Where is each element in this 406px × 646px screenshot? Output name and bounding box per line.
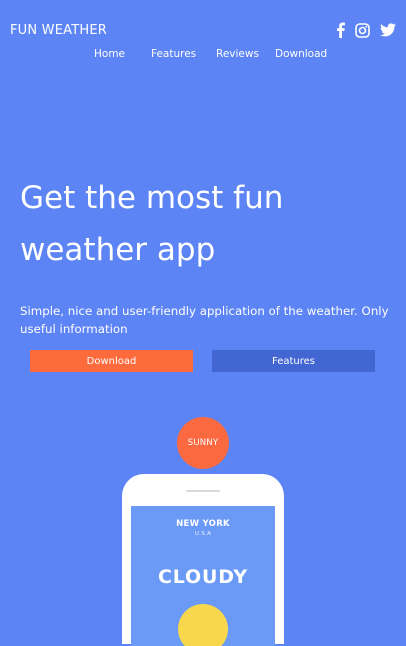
- weather-condition: CLOUDY: [158, 566, 248, 588]
- facebook-icon: [337, 22, 345, 38]
- twitter-icon: [380, 23, 396, 37]
- sun-icon: [178, 604, 228, 646]
- download-button[interactable]: Download: [30, 350, 193, 372]
- nav-reviews[interactable]: Reviews: [216, 48, 259, 60]
- social-links: [336, 22, 396, 38]
- phone-mockup: NEW YORK U.S.A CLOUDY: [122, 474, 284, 646]
- facebook-link[interactable]: [336, 22, 345, 38]
- instagram-icon: [355, 22, 370, 38]
- phone-speaker: [186, 490, 220, 492]
- nav-features[interactable]: Features: [151, 48, 196, 60]
- features-button[interactable]: Features: [212, 350, 375, 372]
- brand-logo[interactable]: FUN WEATHER: [10, 23, 107, 38]
- hero-title: Get the most fun weather app: [20, 180, 284, 268]
- country-name: U.S.A: [194, 531, 212, 537]
- badge-label: SUNNY: [187, 438, 219, 448]
- nav-download[interactable]: Download: [275, 48, 327, 60]
- hero-subtitle: Simple, nice and user-friendly applicati…: [20, 304, 389, 336]
- main-nav: Home Features Reviews Download: [0, 48, 406, 62]
- top-bar: FUN WEATHER Home Features Reviews Downlo…: [0, 0, 406, 70]
- sunny-badge: SUNNY: [177, 417, 229, 469]
- twitter-link[interactable]: [380, 23, 396, 37]
- nav-home[interactable]: Home: [94, 48, 125, 60]
- city-name: NEW YORK: [176, 519, 230, 529]
- instagram-link[interactable]: [355, 22, 370, 38]
- phone-screen: NEW YORK U.S.A CLOUDY: [131, 506, 275, 646]
